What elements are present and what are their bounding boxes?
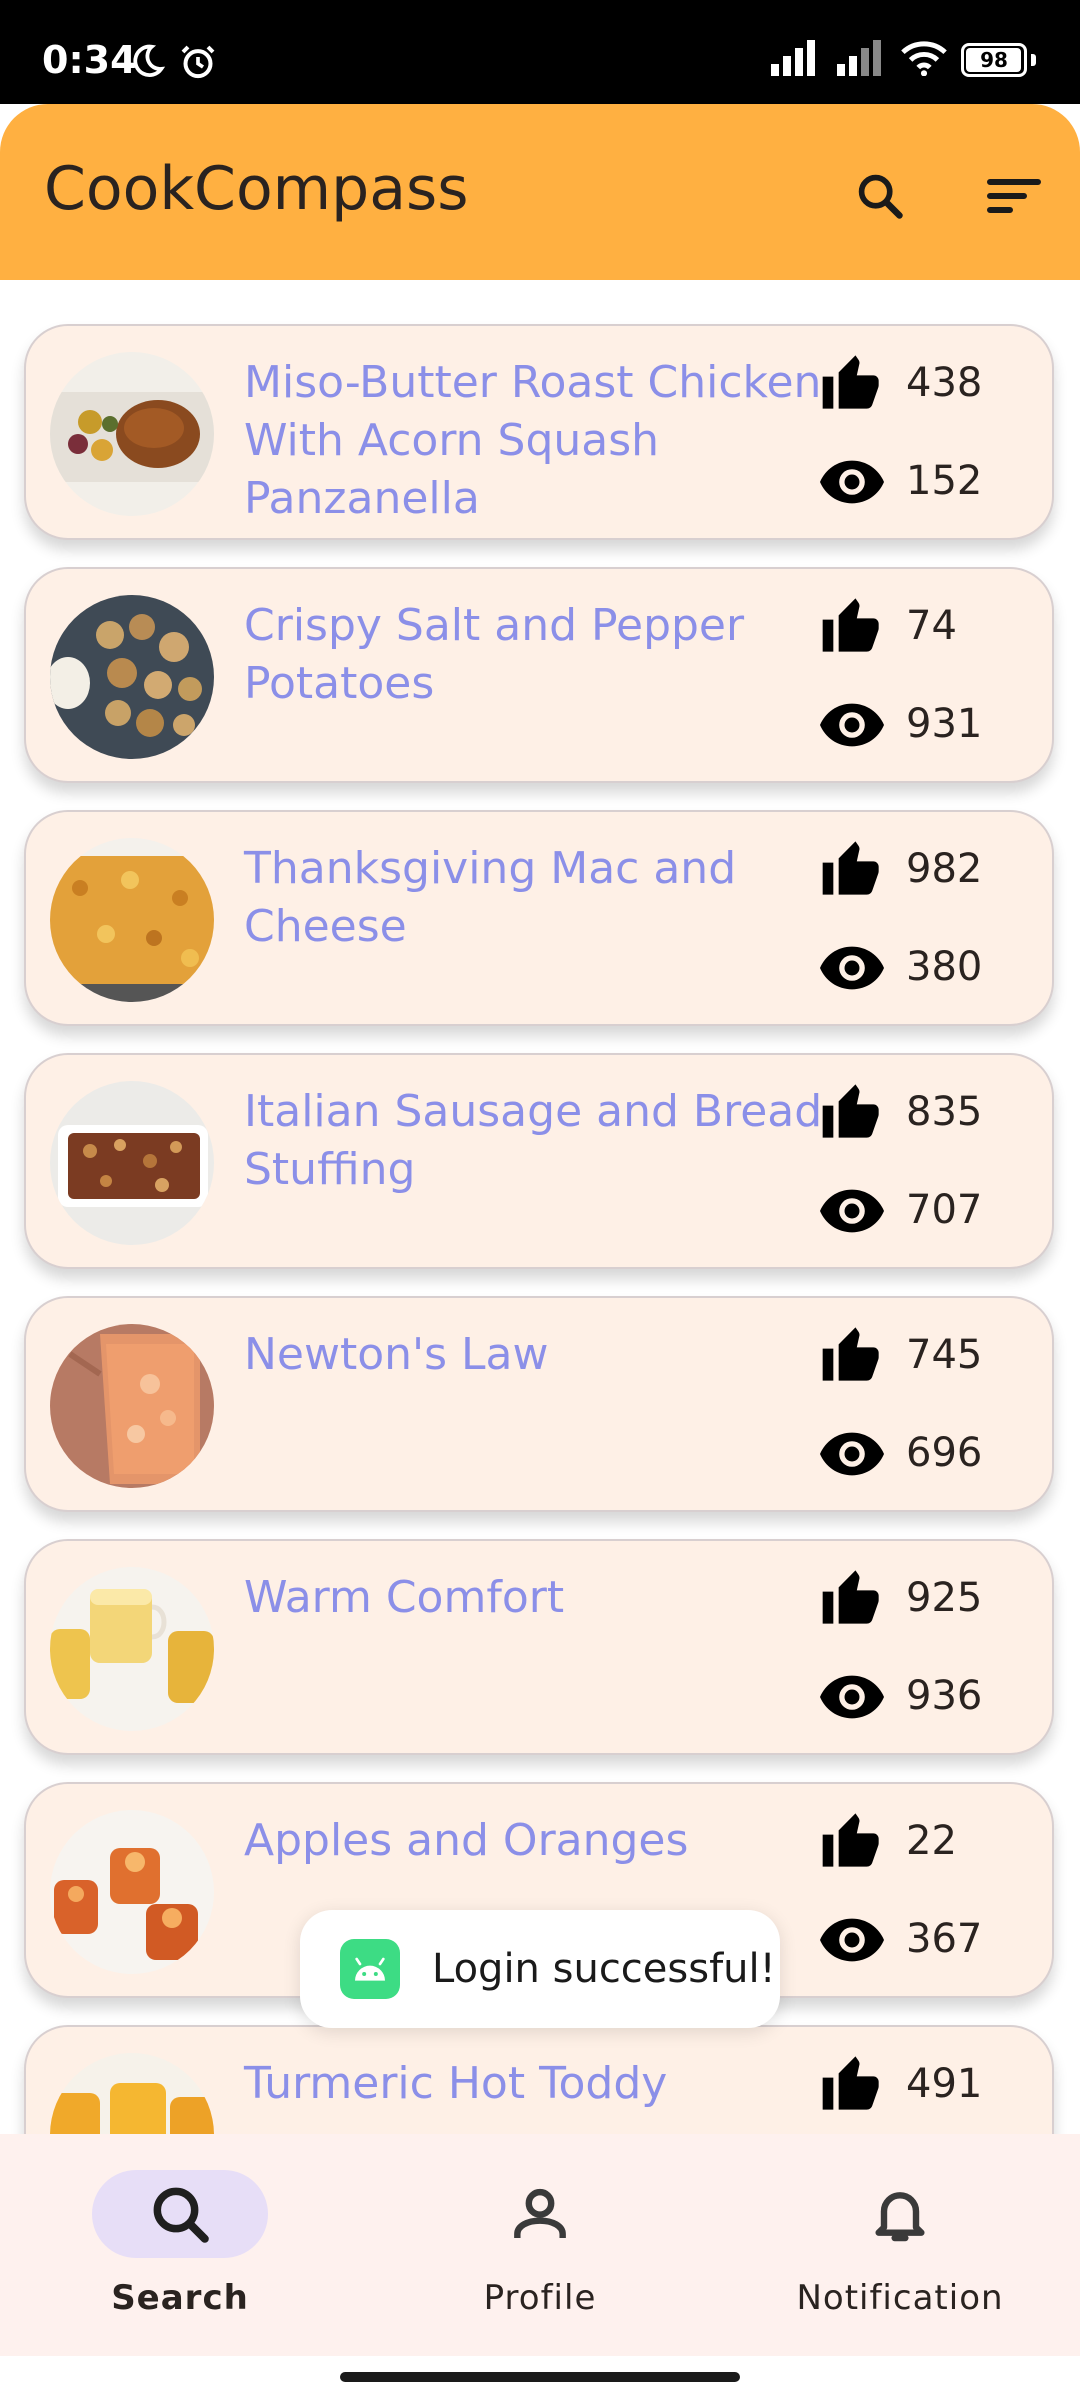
orange-drinks-image — [50, 1810, 214, 1974]
alarm-icon — [178, 42, 218, 86]
sort-button[interactable] — [974, 156, 1054, 236]
battery-level: 98 — [980, 48, 1008, 72]
nav-label-profile: Profile — [483, 2278, 597, 2318]
recipe-title: Thanksgiving Mac and Cheese — [244, 843, 737, 952]
like-count: 491 — [906, 2061, 983, 2107]
recipe-card[interactable]: Newton's Law 745 696 — [24, 1296, 1054, 1512]
thumbs-up-icon[interactable] — [818, 1567, 886, 1627]
thumbs-up-icon[interactable] — [818, 2053, 886, 2113]
recipe-list[interactable]: Miso-Butter Roast Chicken With Acorn Squ… — [0, 280, 1080, 2134]
android-icon — [340, 1939, 400, 1999]
nav-active-indicator — [92, 2170, 268, 2258]
toast-message: Login successful! — [432, 1946, 776, 1992]
recipe-card[interactable]: Crispy Salt and Pepper Potatoes 74 931 — [24, 567, 1054, 783]
recipe-card[interactable]: Thanksgiving Mac and Cheese 982 380 — [24, 810, 1054, 1026]
drink-image — [50, 1324, 214, 1488]
roast-chicken-image — [50, 352, 214, 516]
view-count: 931 — [906, 701, 983, 747]
moon-icon — [128, 42, 166, 86]
recipe-card[interactable]: Warm Comfort 925 936 — [24, 1539, 1054, 1755]
like-count: 745 — [906, 1332, 983, 1378]
nav-label-search: Search — [111, 2278, 249, 2318]
thumbs-up-icon[interactable] — [818, 352, 886, 412]
battery-icon: 98 — [961, 43, 1027, 77]
status-bar: 0:34 98 — [0, 0, 1080, 104]
nav-item-search[interactable]: Search — [20, 2170, 340, 2340]
view-count: 367 — [906, 1916, 983, 1962]
mac-and-cheese-image — [50, 838, 214, 1002]
thumbs-up-icon[interactable] — [818, 1081, 886, 1141]
like-count: 22 — [906, 1818, 957, 1864]
signal-hd-icon — [835, 40, 887, 80]
status-left-icons — [128, 42, 218, 86]
recipe-title: Turmeric Hot Toddy — [244, 2058, 668, 2109]
home-indicator[interactable] — [340, 2372, 740, 2382]
nav-item-notification[interactable]: Notification — [740, 2170, 1060, 2340]
eye-icon — [818, 1424, 886, 1484]
view-count: 936 — [906, 1673, 983, 1719]
search-button[interactable] — [840, 156, 920, 236]
person-icon — [514, 2188, 566, 2238]
recipe-title: Miso-Butter Roast Chicken With Acorn Squ… — [244, 357, 822, 524]
search-icon — [153, 2187, 209, 2243]
status-time: 0:34 — [42, 38, 137, 82]
nav-icon-container — [452, 2170, 628, 2258]
like-count: 74 — [906, 603, 957, 649]
battery-tip — [1031, 54, 1036, 66]
eye-icon — [818, 452, 886, 512]
search-icon — [858, 174, 903, 219]
thumbs-up-icon[interactable] — [818, 838, 886, 898]
stuffing-image — [50, 1081, 214, 1245]
recipe-title: Warm Comfort — [244, 1572, 565, 1623]
toast: Login successful! — [300, 1910, 780, 2028]
signal-icon — [769, 40, 821, 80]
potatoes-image — [50, 595, 214, 759]
recipe-card[interactable]: Turmeric Hot Toddy 491 — [24, 2025, 1054, 2134]
recipe-card[interactable]: Miso-Butter Roast Chicken With Acorn Squ… — [24, 324, 1054, 540]
app-bar: CookCompass — [0, 104, 1080, 280]
sort-icon — [987, 179, 1041, 213]
tea-image — [50, 1567, 214, 1731]
bottom-nav: Search Profile Notification — [0, 2134, 1080, 2356]
recipe-title: Newton's Law — [244, 1329, 549, 1380]
view-count: 152 — [906, 458, 983, 504]
recipe-card[interactable]: Italian Sausage and Bread Stuffing 835 7… — [24, 1053, 1054, 1269]
eye-icon — [818, 695, 886, 755]
like-count: 835 — [906, 1089, 983, 1135]
thumbs-up-icon[interactable] — [818, 1810, 886, 1870]
wifi-icon — [901, 40, 947, 80]
eye-icon — [818, 1181, 886, 1241]
view-count: 380 — [906, 944, 983, 990]
bell-icon — [875, 2192, 925, 2242]
nav-label-notification: Notification — [796, 2278, 1004, 2318]
recipe-title: Apples and Oranges — [244, 1815, 689, 1866]
eye-icon — [818, 1667, 886, 1727]
thumbs-up-icon[interactable] — [818, 1324, 886, 1384]
eye-icon — [818, 938, 886, 998]
status-right-icons: 98 — [769, 40, 1036, 80]
app-title: CookCompass — [44, 154, 469, 224]
nav-item-profile[interactable]: Profile — [380, 2170, 700, 2340]
turmeric-toddy-image — [50, 2053, 214, 2134]
nav-icon-container — [812, 2170, 988, 2258]
recipe-title: Crispy Salt and Pepper Potatoes — [244, 600, 745, 709]
view-count: 707 — [906, 1187, 983, 1233]
recipe-title: Italian Sausage and Bread Stuffing — [244, 1086, 823, 1195]
like-count: 925 — [906, 1575, 983, 1621]
view-count: 696 — [906, 1430, 983, 1476]
eye-icon — [818, 1910, 886, 1970]
like-count: 438 — [906, 360, 983, 406]
thumbs-up-icon[interactable] — [818, 595, 886, 655]
like-count: 982 — [906, 846, 983, 892]
